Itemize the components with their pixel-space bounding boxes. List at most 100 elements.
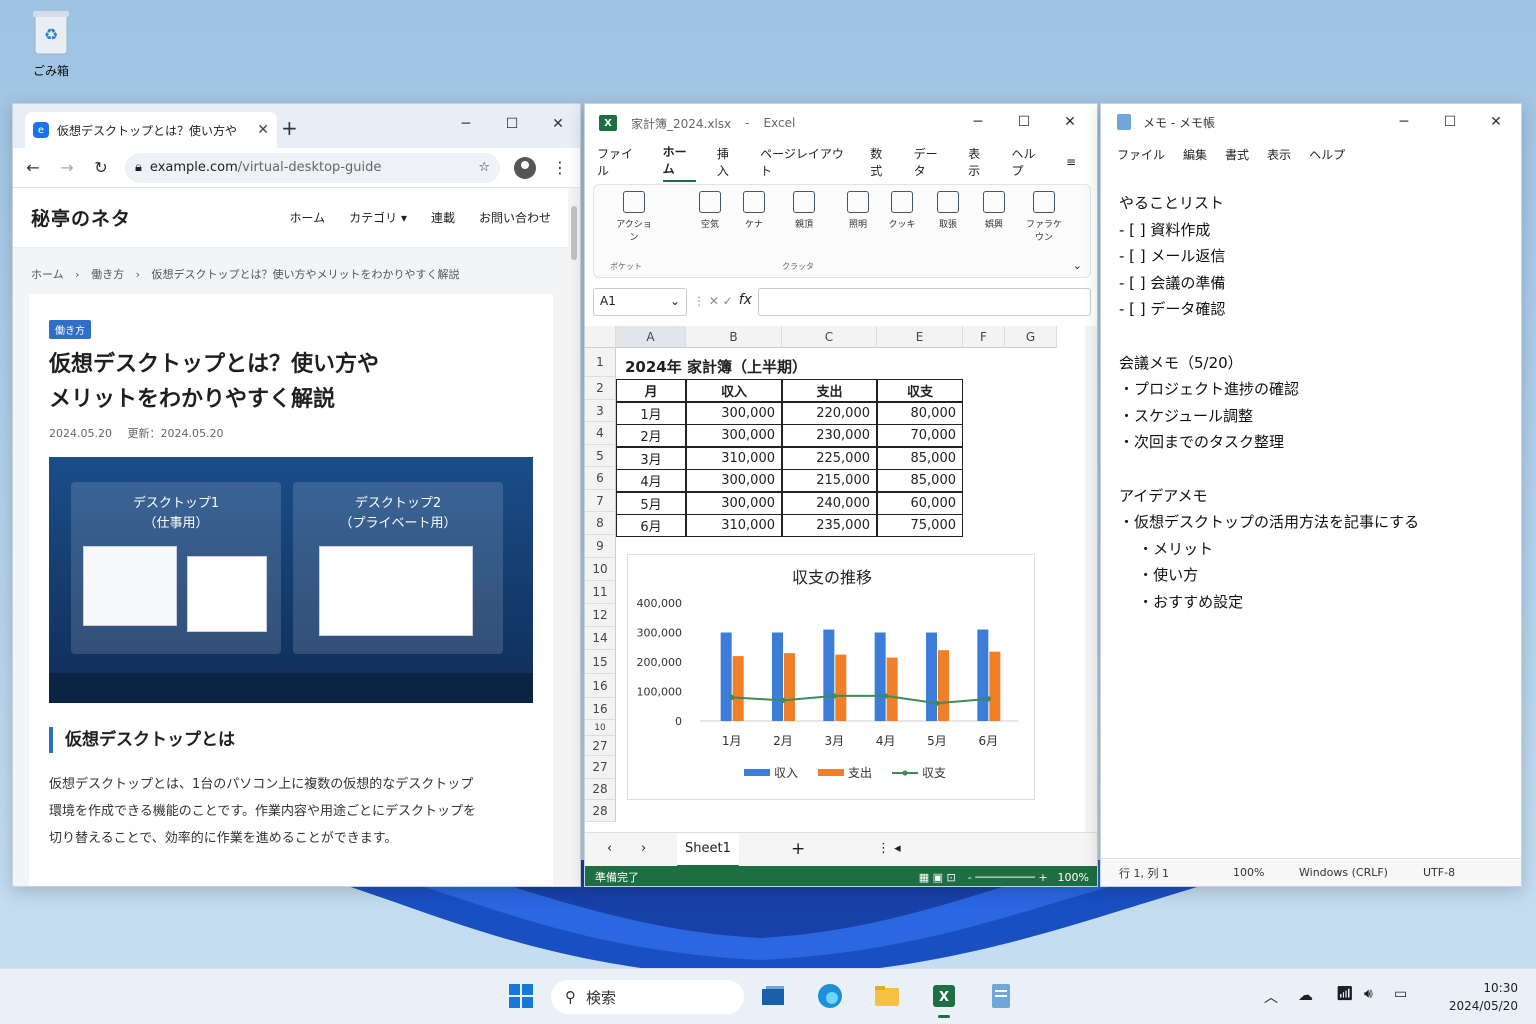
row-header[interactable]: 15 — [585, 650, 616, 674]
wifi-icon[interactable]: 📶︎ — [1336, 986, 1354, 1002]
column-header[interactable]: B — [686, 326, 782, 348]
tab-file[interactable]: ファイル — [597, 145, 642, 179]
tab-data[interactable]: データ — [914, 145, 948, 179]
table-cell[interactable]: 230,000 — [782, 424, 877, 447]
excel-taskbar-icon[interactable]: X — [929, 981, 959, 1018]
nav-category[interactable]: カテゴリ ▾ — [349, 209, 407, 226]
menu-file[interactable]: ファイル — [1117, 146, 1165, 163]
sheet-options-icon[interactable]: ⋮ ◂ — [877, 841, 901, 856]
formula-input[interactable] — [757, 288, 1091, 316]
ribbon-button[interactable]: 親頂 — [784, 191, 824, 230]
column-header[interactable]: E — [877, 326, 963, 348]
nav-contact[interactable]: お問い合わせ — [479, 209, 551, 226]
breadcrumb-category[interactable]: 働き方 — [91, 268, 124, 281]
maximize-icon[interactable]: ☐ — [489, 110, 535, 138]
address-bar[interactable]: 🔒︎ example.com/virtual-desktop-guide ☆ — [125, 152, 500, 183]
maximize-icon[interactable]: ☐ — [1427, 108, 1473, 136]
site-logo[interactable]: 秘亭のネタ — [31, 204, 289, 231]
ribbon-button[interactable]: ファラケウン — [1024, 191, 1064, 243]
browser-window[interactable]: e 仮想デスクトップとは？使い方や ✕ + ─ ☐ ✕ ← → ↻ 🔒︎ exa… — [12, 103, 581, 887]
table-cell[interactable]: 2月 — [616, 424, 686, 447]
table-title[interactable]: 2024年 家計簿（上半期） — [625, 356, 807, 377]
tab-insert[interactable]: 挿入 — [717, 145, 739, 179]
browser-menu-icon[interactable]: ⋮ — [550, 158, 570, 177]
row-header[interactable]: 6 — [585, 467, 616, 490]
function-fx-icon[interactable]: fx — [739, 288, 752, 318]
table-cell[interactable]: 1月 — [616, 401, 686, 425]
grid-scrollbar[interactable] — [1085, 326, 1097, 832]
row-header[interactable]: 4 — [585, 422, 616, 445]
name-box[interactable]: A1 ⌄ — [593, 288, 687, 316]
back-icon[interactable]: ← — [23, 158, 43, 177]
menu-view[interactable]: 表示 — [1267, 146, 1291, 163]
row-header[interactable]: 16 — [585, 674, 616, 698]
table-header-cell[interactable]: 収支 — [877, 379, 963, 402]
minimize-icon[interactable]: ─ — [1381, 108, 1427, 136]
reload-icon[interactable]: ↻ — [91, 158, 111, 177]
table-cell[interactable]: 300,000 — [686, 424, 782, 447]
row-header[interactable]: 9 — [585, 535, 616, 558]
view-mode-icons[interactable]: ▦ ▣ ⊡ — [919, 871, 956, 884]
table-cell[interactable]: 85,000 — [877, 446, 963, 470]
table-cell[interactable]: 3月 — [616, 446, 686, 470]
profile-avatar-icon[interactable] — [514, 156, 536, 179]
table-cell[interactable]: 4月 — [616, 469, 686, 492]
close-window-icon[interactable]: ✕ — [1047, 108, 1093, 136]
row-header[interactable]: 28 — [585, 800, 616, 822]
table-cell[interactable]: 85,000 — [877, 469, 963, 492]
zoom-slider[interactable]: - ───────── + — [968, 871, 1048, 884]
ribbon-button[interactable]: 取張 — [928, 191, 968, 230]
nav-series[interactable]: 連載 — [431, 209, 455, 226]
start-windows-icon[interactable] — [506, 981, 536, 1011]
row-header[interactable]: 1 — [585, 348, 616, 377]
table-header-cell[interactable]: 月 — [616, 379, 686, 402]
clock[interactable]: 10:30 2024/05/20 — [1449, 979, 1518, 1015]
volume-icon[interactable]: 🔊︎ — [1364, 986, 1373, 1002]
table-cell[interactable]: 310,000 — [686, 514, 782, 537]
table-cell[interactable]: 310,000 — [686, 446, 782, 470]
ribbon-collapse-icon[interactable]: ⌄ — [1073, 259, 1082, 272]
minimize-icon[interactable]: ─ — [443, 110, 489, 138]
row-header[interactable]: 5 — [585, 445, 616, 467]
row-header[interactable]: 12 — [585, 604, 616, 627]
add-sheet-button[interactable]: + — [791, 839, 805, 859]
table-cell[interactable]: 6月 — [616, 514, 686, 537]
edge-icon[interactable] — [815, 981, 845, 1011]
row-header[interactable]: 14 — [585, 627, 616, 650]
table-cell[interactable]: 235,000 — [782, 514, 877, 537]
table-cell[interactable]: 220,000 — [782, 401, 877, 425]
task-view-icon[interactable] — [758, 981, 788, 1011]
ribbon-button[interactable]: ケナ — [734, 191, 774, 230]
row-header[interactable]: 27 — [585, 736, 616, 756]
table-cell[interactable]: 70,000 — [877, 424, 963, 447]
worksheet-grid[interactable]: A B C E F G 1 2 3 4 5 6 7 8 9 10 11 12 14 15 16 16 10 27 27 28 28 2… — [585, 326, 1097, 832]
ribbon-options-icon[interactable]: ≡ — [1066, 155, 1076, 169]
tab-view[interactable]: 表示 — [968, 145, 990, 179]
tab-formulas[interactable]: 数式 — [870, 145, 892, 179]
row-header[interactable]: 8 — [585, 512, 616, 535]
select-all-corner[interactable] — [585, 326, 616, 348]
battery-icon[interactable]: ▭ — [1394, 986, 1407, 1002]
table-cell[interactable]: 75,000 — [877, 514, 963, 537]
table-cell[interactable]: 60,000 — [877, 491, 963, 515]
minimize-icon[interactable]: ─ — [955, 108, 1001, 136]
notepad-text-area[interactable]: やることリスト - [ ] 資料作成 - [ ] メール返信 - [ ] 会議の準備 -… — [1119, 190, 1419, 616]
recycle-bin-desktop-icon[interactable]: ♻ ごみ箱 — [22, 8, 80, 79]
table-cell[interactable]: 225,000 — [782, 446, 877, 470]
new-tab-button[interactable]: + — [281, 116, 298, 140]
ribbon-button[interactable]: 空気 — [690, 191, 730, 230]
page-scrollbar[interactable] — [568, 188, 580, 886]
tray-chevron-icon[interactable]: ︿ — [1264, 987, 1278, 1007]
onedrive-cloud-icon[interactable]: ☁ — [1298, 986, 1313, 1004]
table-cell[interactable]: 215,000 — [782, 469, 877, 492]
table-cell[interactable]: 80,000 — [877, 401, 963, 425]
nav-home[interactable]: ホーム — [289, 209, 325, 226]
column-header[interactable]: A — [616, 326, 686, 348]
bookmark-star-icon[interactable]: ☆ — [478, 160, 490, 175]
tab-help[interactable]: ヘルプ — [1011, 145, 1045, 179]
table-cell[interactable]: 5月 — [616, 491, 686, 515]
maximize-icon[interactable]: ☐ — [1001, 108, 1047, 136]
ribbon-button[interactable]: クッキ — [882, 191, 922, 230]
file-explorer-icon[interactable] — [872, 981, 902, 1011]
row-header[interactable]: 10 — [585, 720, 616, 736]
